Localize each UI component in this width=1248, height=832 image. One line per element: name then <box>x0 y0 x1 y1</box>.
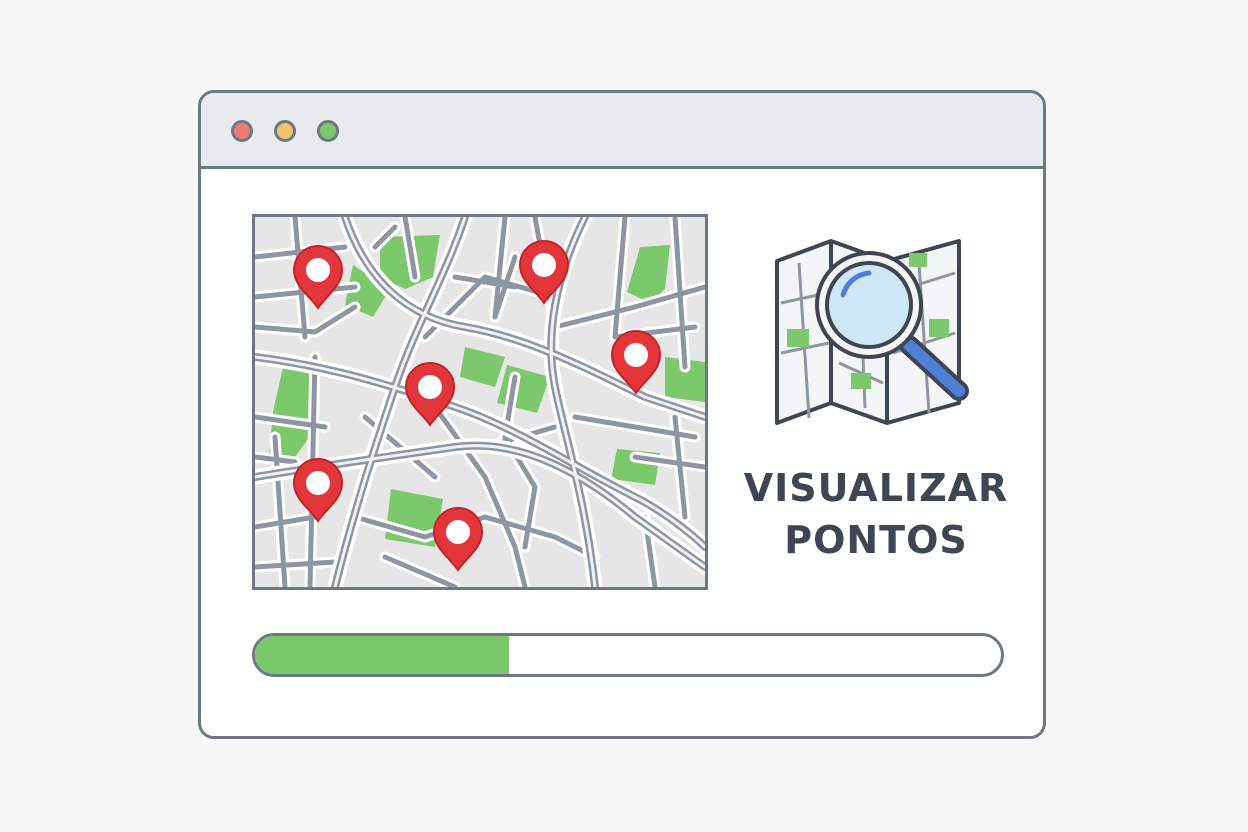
app-window: VISUALIZAR PONTOS <box>198 90 1046 739</box>
map-canvas <box>255 217 705 587</box>
progress-fill <box>255 636 509 674</box>
park-area <box>460 347 505 387</box>
progress-bar <box>252 633 1004 677</box>
location-pin-icon[interactable] <box>432 507 484 572</box>
location-pin-icon[interactable] <box>292 458 344 523</box>
visualize-points-label-line2: PONTOS <box>784 518 968 562</box>
map-view[interactable] <box>252 214 708 590</box>
maximize-dot-icon[interactable] <box>317 120 339 142</box>
visualize-points-label-line1: VISUALIZAR <box>743 466 1009 510</box>
close-dot-icon[interactable] <box>231 120 253 142</box>
map-magnifier-icon <box>775 239 969 425</box>
title-bar <box>201 93 1043 169</box>
minimize-dot-icon[interactable] <box>274 120 296 142</box>
